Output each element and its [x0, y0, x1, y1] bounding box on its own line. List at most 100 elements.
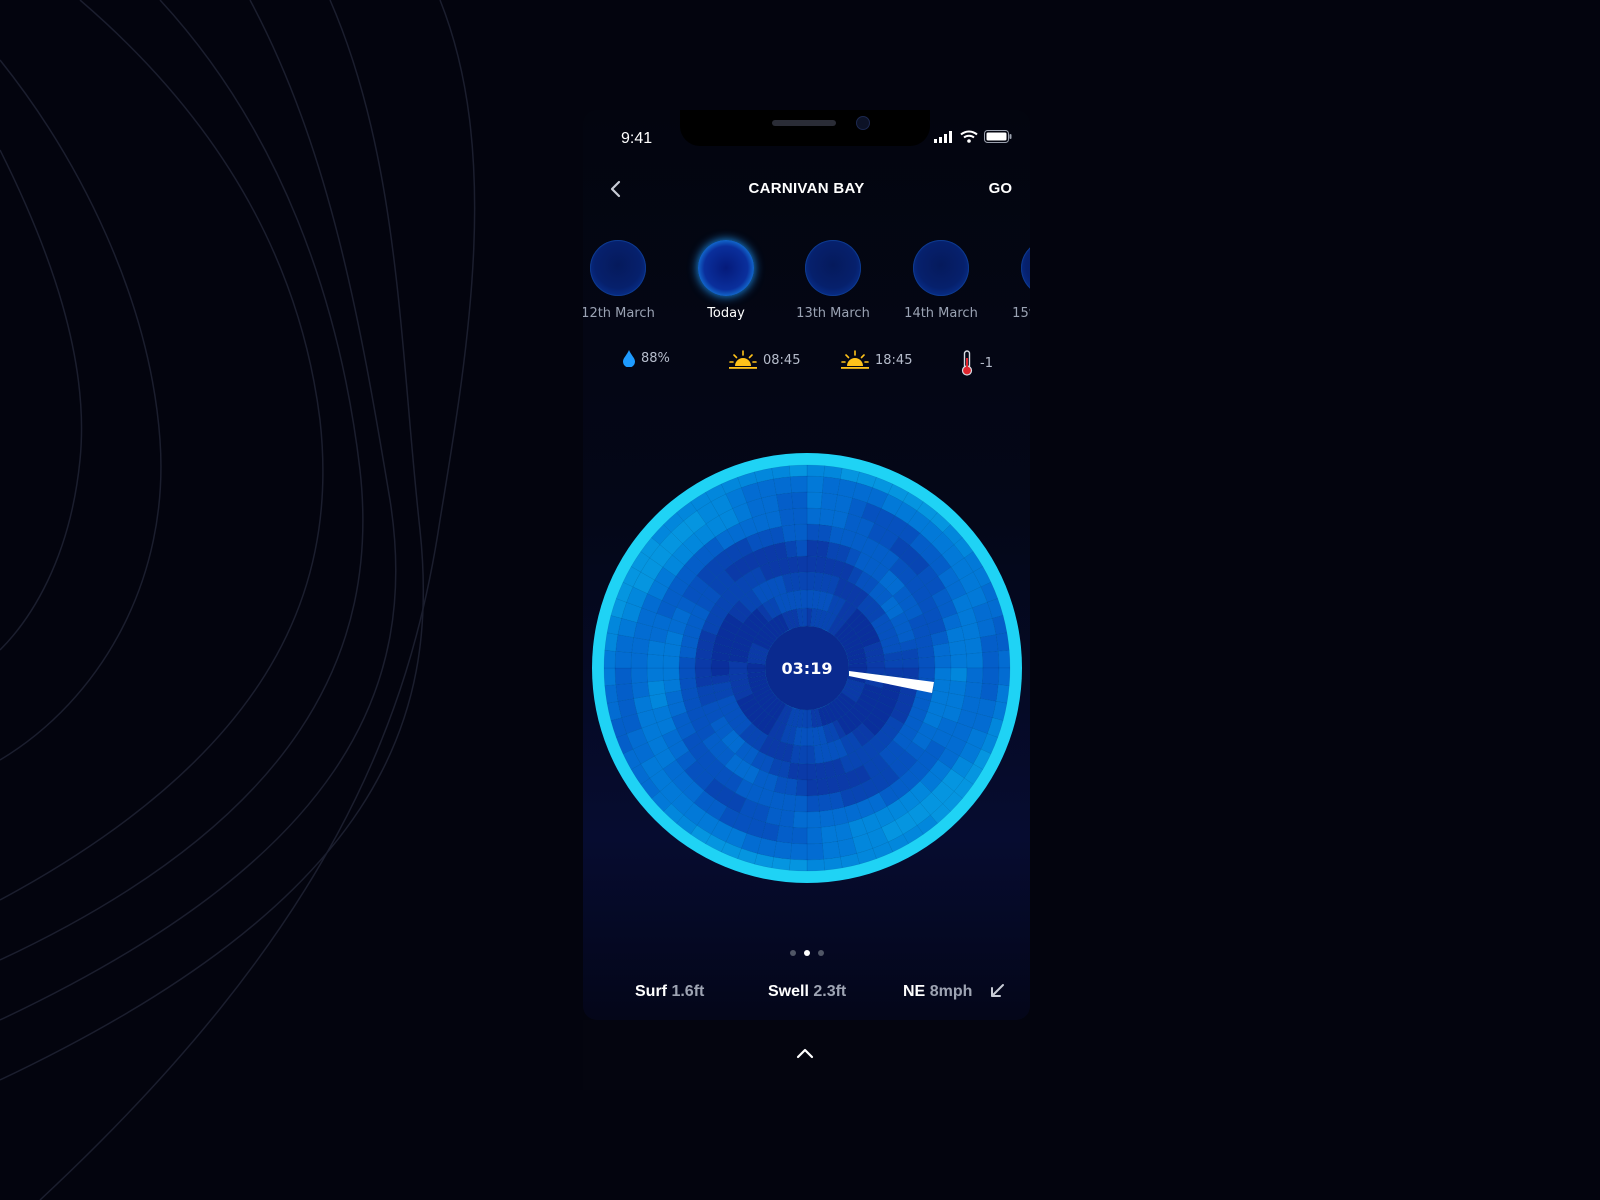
dial-segment	[932, 642, 951, 658]
dial-segment	[630, 652, 648, 669]
dial-segment	[662, 655, 680, 669]
day-item-15th-march[interactable]: 15th March	[1001, 240, 1030, 321]
dial-segment	[806, 523, 820, 541]
humidity-stat: 88%	[623, 350, 670, 367]
dial-segment	[822, 476, 841, 495]
dial-segment	[806, 827, 823, 845]
dial-segment	[603, 650, 617, 669]
dial-segment	[604, 684, 619, 704]
dial-segment	[902, 657, 920, 669]
front-camera	[856, 116, 870, 130]
dial-segment	[822, 841, 841, 860]
dial-segment	[806, 491, 823, 509]
day-item-14th-march[interactable]: 14th March	[893, 240, 989, 321]
dial-segment	[771, 856, 791, 871]
sunrise-icon	[729, 350, 757, 369]
dial-segment	[884, 659, 904, 669]
day-item-13th-march[interactable]: 13th March	[785, 240, 881, 321]
dial-segment	[950, 667, 968, 683]
wind-arrow-icon	[991, 984, 1004, 997]
dial-segment	[806, 475, 825, 493]
day-orb	[1021, 240, 1030, 296]
conditions-row: 88% 08:45 18:45 -1	[583, 350, 1030, 380]
dial-segment	[789, 464, 808, 478]
dial-segment	[817, 793, 833, 812]
dial-segment	[948, 639, 967, 656]
sunset-stat: 18:45	[841, 350, 912, 370]
dial-segment	[614, 650, 632, 669]
dial-segment	[781, 524, 797, 543]
page-title: CARNIVAN BAY	[748, 180, 865, 197]
phone-screen: 9:41 CARNIVAN BAY GO 12th March Today 13…	[583, 110, 1030, 1020]
dial-segment	[806, 779, 819, 797]
dial-segment	[771, 465, 791, 480]
humidity-value: 88%	[641, 351, 670, 366]
dial-segment	[980, 634, 999, 653]
dial-segment	[789, 843, 808, 861]
bottom-sheet-handle-bar[interactable]	[583, 1020, 1030, 1090]
pager-dot-active[interactable]	[803, 950, 810, 956]
dial-segment	[778, 508, 795, 527]
dial-segment	[934, 667, 952, 681]
chevron-up-icon[interactable]	[793, 1042, 817, 1066]
temperature-value: -1	[980, 355, 993, 371]
dial-segment	[997, 650, 1011, 669]
dial-segment	[819, 809, 836, 828]
dial-segment	[678, 656, 696, 669]
dial-segment	[789, 475, 808, 493]
tide-dial[interactable]: 03:19	[592, 453, 1022, 887]
dial-segment	[796, 555, 808, 573]
dial-segment	[630, 667, 648, 684]
wifi-icon	[960, 130, 978, 143]
dial-segment	[773, 476, 792, 495]
dial-segment	[980, 683, 999, 702]
dial-segment	[806, 507, 822, 525]
dial-segment	[806, 745, 816, 765]
temperature-stat: -1	[960, 350, 993, 376]
dial-segment	[997, 667, 1011, 686]
surf-value: 1.6ft	[671, 983, 705, 1000]
sunrise-time: 08:45	[763, 352, 801, 368]
dial-segment	[823, 856, 843, 871]
dial-segment	[789, 858, 808, 872]
dial-segment	[794, 795, 808, 813]
swell-metric: Swell 2.3ft	[768, 983, 846, 1001]
dial-segment	[662, 667, 680, 681]
dial-segment	[995, 632, 1010, 652]
dial-segment	[792, 507, 808, 525]
surf-label: Surf	[635, 983, 667, 1000]
pager-dot[interactable]	[817, 950, 824, 956]
dial-segment	[918, 656, 936, 669]
dial-segment	[646, 653, 664, 669]
dial-center	[765, 626, 849, 710]
dial-segment	[982, 667, 1000, 686]
dial-segment	[806, 843, 825, 861]
day-item-today[interactable]: Today	[678, 240, 774, 321]
dial-segment	[678, 667, 696, 680]
speaker-grille	[772, 120, 836, 126]
tide-dial-chart	[592, 453, 1022, 883]
dial-segment	[964, 637, 983, 655]
dial-segment	[615, 683, 634, 702]
dial-segment	[806, 763, 818, 781]
day-orb	[590, 240, 646, 296]
status-icons	[934, 130, 1012, 143]
dial-segment	[603, 667, 617, 686]
dial-segment	[918, 667, 936, 680]
swell-label: Swell	[768, 983, 809, 1000]
go-button[interactable]: GO	[989, 180, 1012, 197]
dial-segment	[966, 667, 984, 684]
phone-notch	[680, 110, 930, 146]
dial-segment	[966, 652, 984, 669]
dial-segment	[794, 523, 808, 541]
wind-speed: 8mph	[929, 983, 973, 1000]
dial-segment	[806, 795, 820, 813]
signal-icon	[934, 130, 952, 143]
dial-segment	[776, 492, 794, 511]
dial-segment	[614, 667, 632, 686]
pager-dot[interactable]	[789, 950, 796, 956]
wind-direction: NE	[903, 983, 926, 1000]
dial-segment	[792, 811, 808, 829]
day-item-12th-march[interactable]: 12th March	[583, 240, 666, 321]
dial-segment	[796, 763, 808, 781]
